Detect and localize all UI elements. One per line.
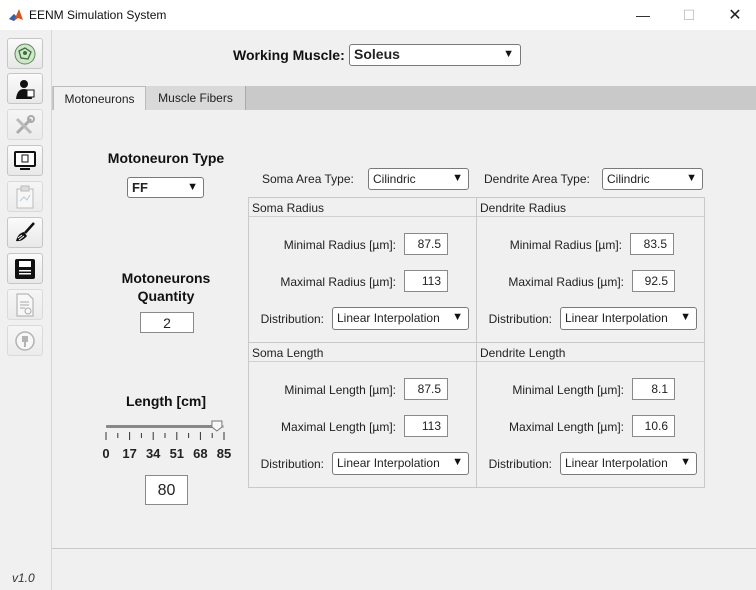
dendrite-area-type-value: Cilindric — [607, 172, 650, 186]
divider — [477, 361, 704, 362]
slider-tick-label: 34 — [145, 446, 161, 461]
soma-max-length-input[interactable]: 113 — [404, 415, 448, 437]
user-icon — [16, 79, 35, 99]
working-muscle-label: Working Muscle: — [233, 47, 345, 63]
dropdown-arrow-icon: ▼ — [680, 456, 691, 468]
slider-tick-label: 85 — [216, 446, 232, 461]
dropdown-arrow-icon: ▼ — [452, 172, 463, 184]
dendrite-radius-distribution-select[interactable]: Linear Interpolation ▼ — [560, 307, 697, 330]
network-icon — [14, 43, 36, 64]
dropdown-arrow-icon: ▼ — [680, 311, 691, 323]
clipboard-button[interactable] — [7, 181, 43, 212]
dendrite-length-title: Dendrite Length — [480, 346, 566, 360]
soma-min-radius-input[interactable]: 87.5 — [404, 233, 448, 255]
motoneuron-type-label: Motoneuron Type — [107, 150, 225, 166]
tools-icon — [15, 114, 35, 134]
soma-min-length-input[interactable]: 87.5 — [404, 378, 448, 400]
broom-icon — [16, 221, 35, 241]
network-button[interactable] — [7, 38, 43, 69]
broom-button[interactable] — [7, 217, 43, 248]
slider-thumb[interactable] — [211, 420, 223, 432]
dendrite-min-length-label: Minimal Length [µm]: — [512, 383, 624, 397]
dendrite-area-type-select[interactable]: Cilindric ▼ — [602, 168, 703, 190]
slider-tick-label: 0 — [102, 446, 110, 461]
soma-radius-title: Soma Radius — [252, 201, 325, 215]
dropdown-arrow-icon: ▼ — [686, 172, 697, 184]
maximize-button[interactable]: ☐ — [666, 0, 712, 30]
close-button[interactable]: ✕ — [712, 0, 756, 30]
save-button[interactable] — [7, 253, 43, 284]
soma-min-length-label: Minimal Length [µm]: — [284, 383, 396, 397]
soma-area-type-label: Soma Area Type: — [262, 172, 354, 186]
power-icon — [15, 330, 35, 351]
quantity-input[interactable]: 2 — [140, 312, 194, 333]
save-icon — [15, 258, 35, 279]
soma-area-type-select[interactable]: Cilindric ▼ — [368, 168, 469, 190]
dropdown-arrow-icon: ▼ — [187, 181, 198, 193]
motoneuron-type-value: FF — [132, 180, 148, 195]
dendrite-max-length-input[interactable]: 10.6 — [632, 415, 675, 437]
slider-tick-label: 17 — [122, 446, 137, 461]
length-slider[interactable] — [100, 418, 236, 448]
dendrite-min-radius-input[interactable]: 83.5 — [630, 233, 674, 255]
motoneuron-type-select[interactable]: FF ▼ — [127, 177, 204, 198]
quantity-label-line2: Quantity — [137, 288, 195, 304]
soma-max-radius-label: Maximal Radius [µm]: — [280, 275, 396, 289]
soma-length-distribution-select[interactable]: Linear Interpolation ▼ — [332, 452, 469, 475]
dendrite-radius-title: Dendrite Radius — [480, 201, 567, 215]
length-label: Length [cm] — [125, 393, 207, 409]
dendrite-min-radius-label: Minimal Radius [µm]: — [509, 238, 622, 252]
slider-tick-label: 68 — [193, 446, 208, 461]
soma-radius-distribution-label: Distribution: — [260, 312, 324, 326]
dropdown-arrow-icon: ▼ — [452, 456, 463, 468]
divider — [249, 361, 476, 362]
dropdown-arrow-icon: ▼ — [503, 48, 514, 60]
soma-max-length-label: Maximal Length [µm]: — [281, 420, 396, 434]
version-label: v1.0 — [12, 571, 35, 585]
dendrite-max-radius-label: Maximal Radius [µm]: — [508, 275, 624, 289]
dendrite-length-distribution-select[interactable]: Linear Interpolation ▼ — [560, 452, 697, 475]
soma-length-distribution-value: Linear Interpolation — [337, 456, 440, 470]
power-button[interactable] — [7, 325, 43, 356]
soma-length-distribution-label: Distribution: — [260, 457, 324, 471]
tab-motoneurons[interactable]: Motoneurons — [53, 86, 146, 110]
working-muscle-select[interactable]: Soleus ▼ — [349, 44, 521, 66]
monitor-icon — [14, 150, 36, 170]
tab-muscle-fibers[interactable]: Muscle Fibers — [146, 86, 246, 110]
user-button[interactable] — [7, 73, 43, 104]
divider — [249, 216, 476, 217]
slider-tick-label: 51 — [169, 446, 185, 461]
soma-radius-distribution-value: Linear Interpolation — [337, 311, 440, 325]
clipboard-icon — [16, 185, 34, 208]
dendrite-max-radius-input[interactable]: 92.5 — [632, 270, 675, 292]
dendrite-max-length-label: Maximal Length [µm]: — [509, 420, 624, 434]
soma-area-type-value: Cilindric — [373, 172, 416, 186]
soma-radius-distribution-select[interactable]: Linear Interpolation ▼ — [332, 307, 469, 330]
dropdown-arrow-icon: ▼ — [452, 311, 463, 323]
panel-divider-horizontal — [248, 342, 705, 343]
quantity-label-line1: Motoneurons — [121, 270, 211, 286]
dendrite-length-distribution-label: Distribution: — [488, 457, 552, 471]
dendrite-radius-distribution-value: Linear Interpolation — [565, 311, 668, 325]
length-input[interactable]: 80 — [145, 475, 188, 505]
window-title: EENM Simulation System — [29, 8, 167, 22]
soma-max-radius-input[interactable]: 113 — [404, 270, 448, 292]
dendrite-min-length-input[interactable]: 8.1 — [632, 378, 675, 400]
monitor-button[interactable] — [7, 145, 43, 176]
working-muscle-value: Soleus — [354, 46, 400, 62]
tools-button[interactable] — [7, 109, 43, 140]
soma-length-title: Soma Length — [252, 346, 324, 360]
divider — [477, 216, 704, 217]
minimize-button[interactable]: — — [620, 0, 666, 30]
divider — [52, 548, 756, 549]
dendrite-area-type-label: Dendrite Area Type: — [484, 172, 590, 186]
dendrite-length-distribution-value: Linear Interpolation — [565, 456, 668, 470]
matlab-icon — [8, 7, 24, 23]
document-button[interactable] — [7, 289, 43, 320]
dendrite-radius-distribution-label: Distribution: — [488, 312, 552, 326]
document-icon — [16, 293, 34, 316]
slider-tick-labels: 0 17 34 51 68 85 — [100, 446, 236, 462]
soma-min-radius-label: Minimal Radius [µm]: — [283, 238, 396, 252]
